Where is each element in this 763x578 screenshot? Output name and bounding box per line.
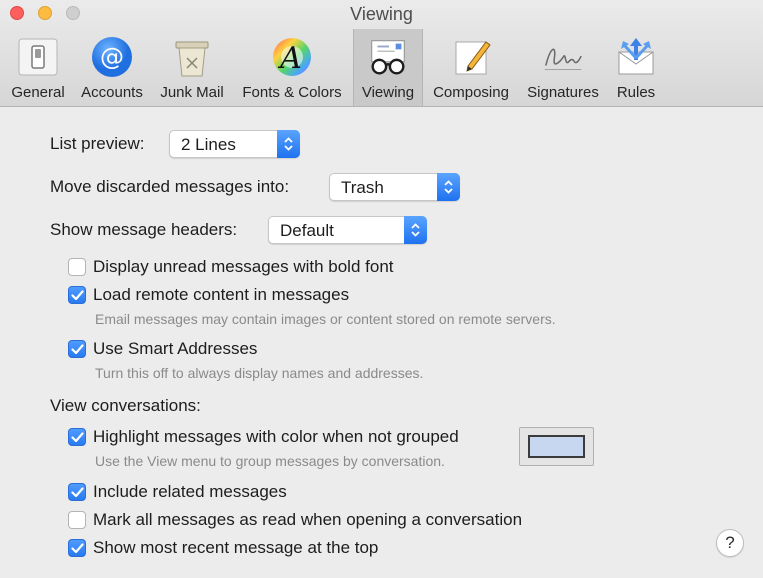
pencil-paper-icon bbox=[449, 35, 493, 79]
switch-icon bbox=[16, 35, 60, 79]
include-related-checkbox[interactable] bbox=[68, 483, 86, 501]
mark-read-checkbox[interactable] bbox=[68, 511, 86, 529]
list-preview-value: 2 Lines bbox=[181, 135, 236, 154]
smart-addresses-hint: Turn this off to always display names an… bbox=[95, 365, 424, 381]
checkmark-icon bbox=[70, 486, 84, 497]
include-related-label: Include related messages bbox=[93, 482, 287, 501]
highlight-color-checkbox[interactable] bbox=[68, 428, 86, 446]
bold-unread-checkbox[interactable] bbox=[68, 258, 86, 276]
tab-composing-label: Composing bbox=[433, 84, 509, 101]
checkmark-icon bbox=[70, 289, 84, 300]
list-preview-label: List preview: bbox=[50, 134, 145, 153]
svg-text:A: A bbox=[277, 41, 302, 76]
chevron-up-down-icon bbox=[404, 216, 427, 244]
view-conversations-heading: View conversations: bbox=[50, 396, 201, 415]
move-discarded-label: Move discarded messages into: bbox=[50, 177, 290, 196]
highlight-color-hint: Use the View menu to group messages by c… bbox=[95, 453, 445, 469]
remote-content-label: Load remote content in messages bbox=[93, 285, 350, 304]
remote-content-hint: Email messages may contain images or con… bbox=[95, 311, 556, 327]
window-title: Viewing bbox=[350, 4, 413, 24]
tab-accounts[interactable]: @ Accounts bbox=[74, 29, 150, 106]
color-wheel-icon: A bbox=[270, 35, 314, 79]
show-headers-value: Default bbox=[280, 221, 334, 240]
tab-junk-mail[interactable]: Junk Mail bbox=[154, 29, 230, 106]
show-headers-popup[interactable]: Default bbox=[268, 216, 427, 244]
preferences-toolbar: Viewing General @ Accounts Junk Mail A F… bbox=[0, 0, 763, 107]
recent-top-checkbox[interactable] bbox=[68, 539, 86, 557]
highlight-color-well[interactable] bbox=[519, 427, 594, 466]
list-preview-popup[interactable]: 2 Lines bbox=[169, 130, 300, 158]
help-button[interactable]: ? bbox=[716, 529, 744, 557]
highlight-color-swatch bbox=[528, 435, 585, 458]
chevron-up-down-icon bbox=[437, 173, 460, 201]
highlight-color-label: Highlight messages with color when not g… bbox=[93, 427, 459, 446]
signature-icon bbox=[541, 35, 585, 79]
remote-content-checkbox[interactable] bbox=[68, 286, 86, 304]
tab-general-label: General bbox=[11, 84, 65, 101]
recent-top-label: Show most recent message at the top bbox=[93, 538, 379, 557]
glasses-envelope-icon bbox=[366, 35, 410, 79]
envelope-arrows-icon bbox=[614, 35, 658, 79]
tab-general[interactable]: General bbox=[6, 29, 70, 106]
tab-rules-label: Rules bbox=[616, 84, 656, 101]
show-headers-label: Show message headers: bbox=[50, 220, 238, 239]
smart-addresses-label: Use Smart Addresses bbox=[93, 339, 258, 358]
chevron-up-down-icon bbox=[277, 130, 300, 158]
tab-fonts-colors[interactable]: A Fonts & Colors bbox=[234, 29, 350, 106]
tab-signatures-label: Signatures bbox=[527, 84, 599, 101]
tab-accounts-label: Accounts bbox=[81, 84, 143, 101]
trash-can-icon bbox=[170, 35, 214, 79]
at-sign-icon: @ bbox=[90, 35, 134, 79]
tab-signatures[interactable]: Signatures bbox=[520, 29, 606, 106]
bold-unread-label: Display unread messages with bold font bbox=[93, 257, 394, 276]
move-discarded-popup[interactable]: Trash bbox=[329, 173, 460, 201]
checkmark-icon bbox=[70, 542, 84, 553]
checkmark-icon bbox=[70, 343, 84, 354]
move-discarded-value: Trash bbox=[341, 178, 384, 197]
tab-composing[interactable]: Composing bbox=[426, 29, 516, 106]
mark-read-label: Mark all messages as read when opening a… bbox=[93, 510, 523, 529]
tab-viewing-label: Viewing bbox=[361, 84, 415, 101]
checkmark-icon bbox=[70, 431, 84, 442]
tab-junk-mail-label: Junk Mail bbox=[160, 84, 224, 101]
tab-viewing[interactable]: Viewing bbox=[353, 29, 423, 106]
tab-fonts-colors-label: Fonts & Colors bbox=[242, 84, 342, 101]
svg-text:@: @ bbox=[100, 43, 124, 71]
smart-addresses-checkbox[interactable] bbox=[68, 340, 86, 358]
tab-rules[interactable]: Rules bbox=[609, 29, 663, 106]
